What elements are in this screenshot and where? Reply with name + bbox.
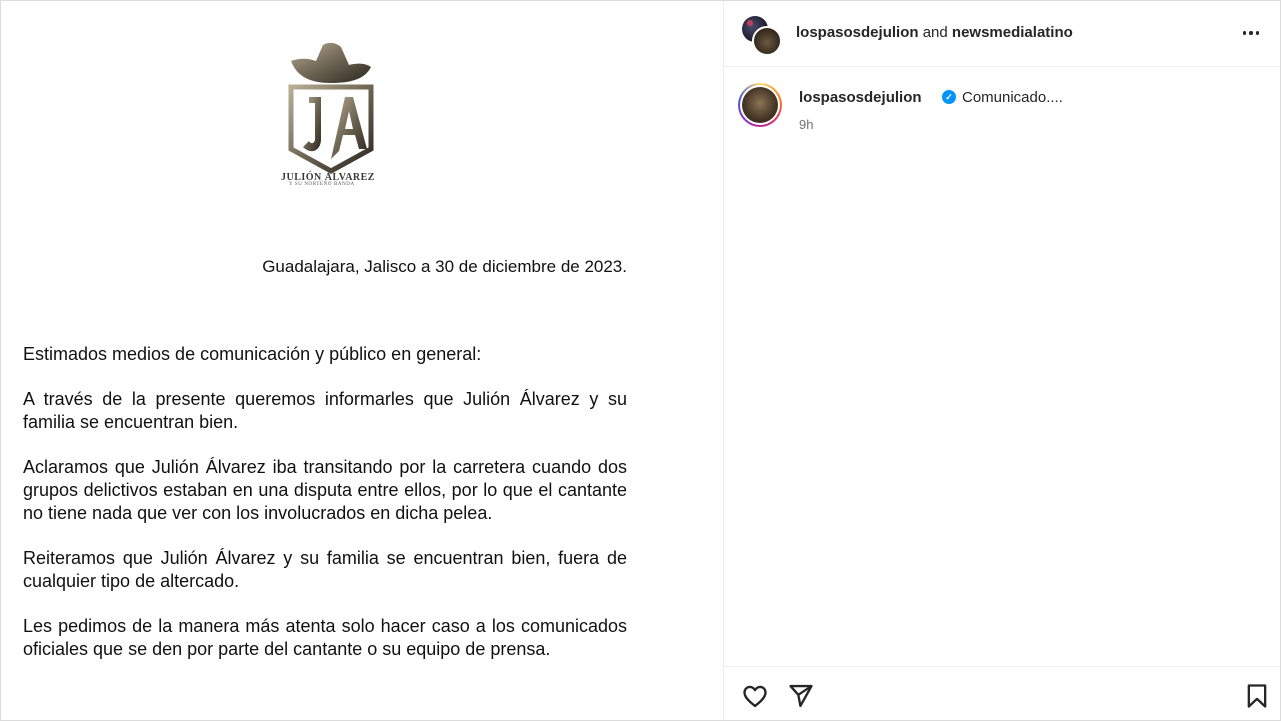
document-paragraph: Aclaramos que Julión Álvarez iba transit… [23, 457, 627, 523]
save-button[interactable] [1243, 682, 1271, 710]
julion-alvarez-logo [288, 42, 374, 174]
document-body: Estimados medios de comunicación y públi… [23, 343, 627, 683]
author-link[interactable]: lospasosdejulion [796, 24, 919, 41]
document-greeting: Estimados medios de comunicación y públi… [23, 344, 482, 364]
collab-avatars[interactable] [742, 16, 782, 56]
document-paragraph: A través de la presente queremos informa… [23, 389, 627, 432]
more-horizontal-icon [1242, 31, 1247, 35]
avatar [742, 87, 778, 123]
collab-authors: lospasosdejulion and newsmedialatino [796, 24, 1073, 41]
document-date: Guadalajara, Jalisco a 30 de diciembre d… [262, 257, 627, 276]
bookmark-icon [1247, 684, 1267, 708]
heart-icon [743, 685, 767, 708]
post-image: Julión Álvarez y su norteño banda Guadal… [1, 1, 723, 720]
post-sidebar: lospasosdejulion and newsmedialatino los… [723, 1, 1280, 720]
author-link[interactable]: newsmedialatino [952, 24, 1073, 41]
caption-text: Comunicado.... [962, 89, 1063, 106]
action-bar [724, 666, 1280, 720]
avatar [752, 26, 782, 56]
more-options-button[interactable] [1239, 21, 1263, 45]
logo-subtitle: y su norteño banda [289, 182, 355, 187]
post-header: lospasosdejulion and newsmedialatino [724, 1, 1280, 67]
share-button[interactable] [787, 682, 815, 710]
author-connector: and [918, 24, 952, 41]
more-dot [1255, 31, 1260, 35]
document-paragraph: Reiteramos que Julión Álvarez y su famil… [23, 548, 627, 591]
more-dot [1249, 31, 1253, 35]
verified-badge-icon: ✓ [942, 90, 956, 104]
like-button[interactable] [741, 682, 769, 710]
caption-username[interactable]: lospasosdejulion [799, 89, 922, 106]
document-paragraph: Les pedimos de la manera más atenta solo… [23, 616, 627, 659]
instagram-post-view: Julión Álvarez y su norteño banda Guadal… [0, 0, 1281, 721]
caption-timestamp[interactable]: 9h [799, 117, 813, 132]
story-avatar[interactable] [738, 83, 782, 127]
send-icon [789, 684, 813, 708]
